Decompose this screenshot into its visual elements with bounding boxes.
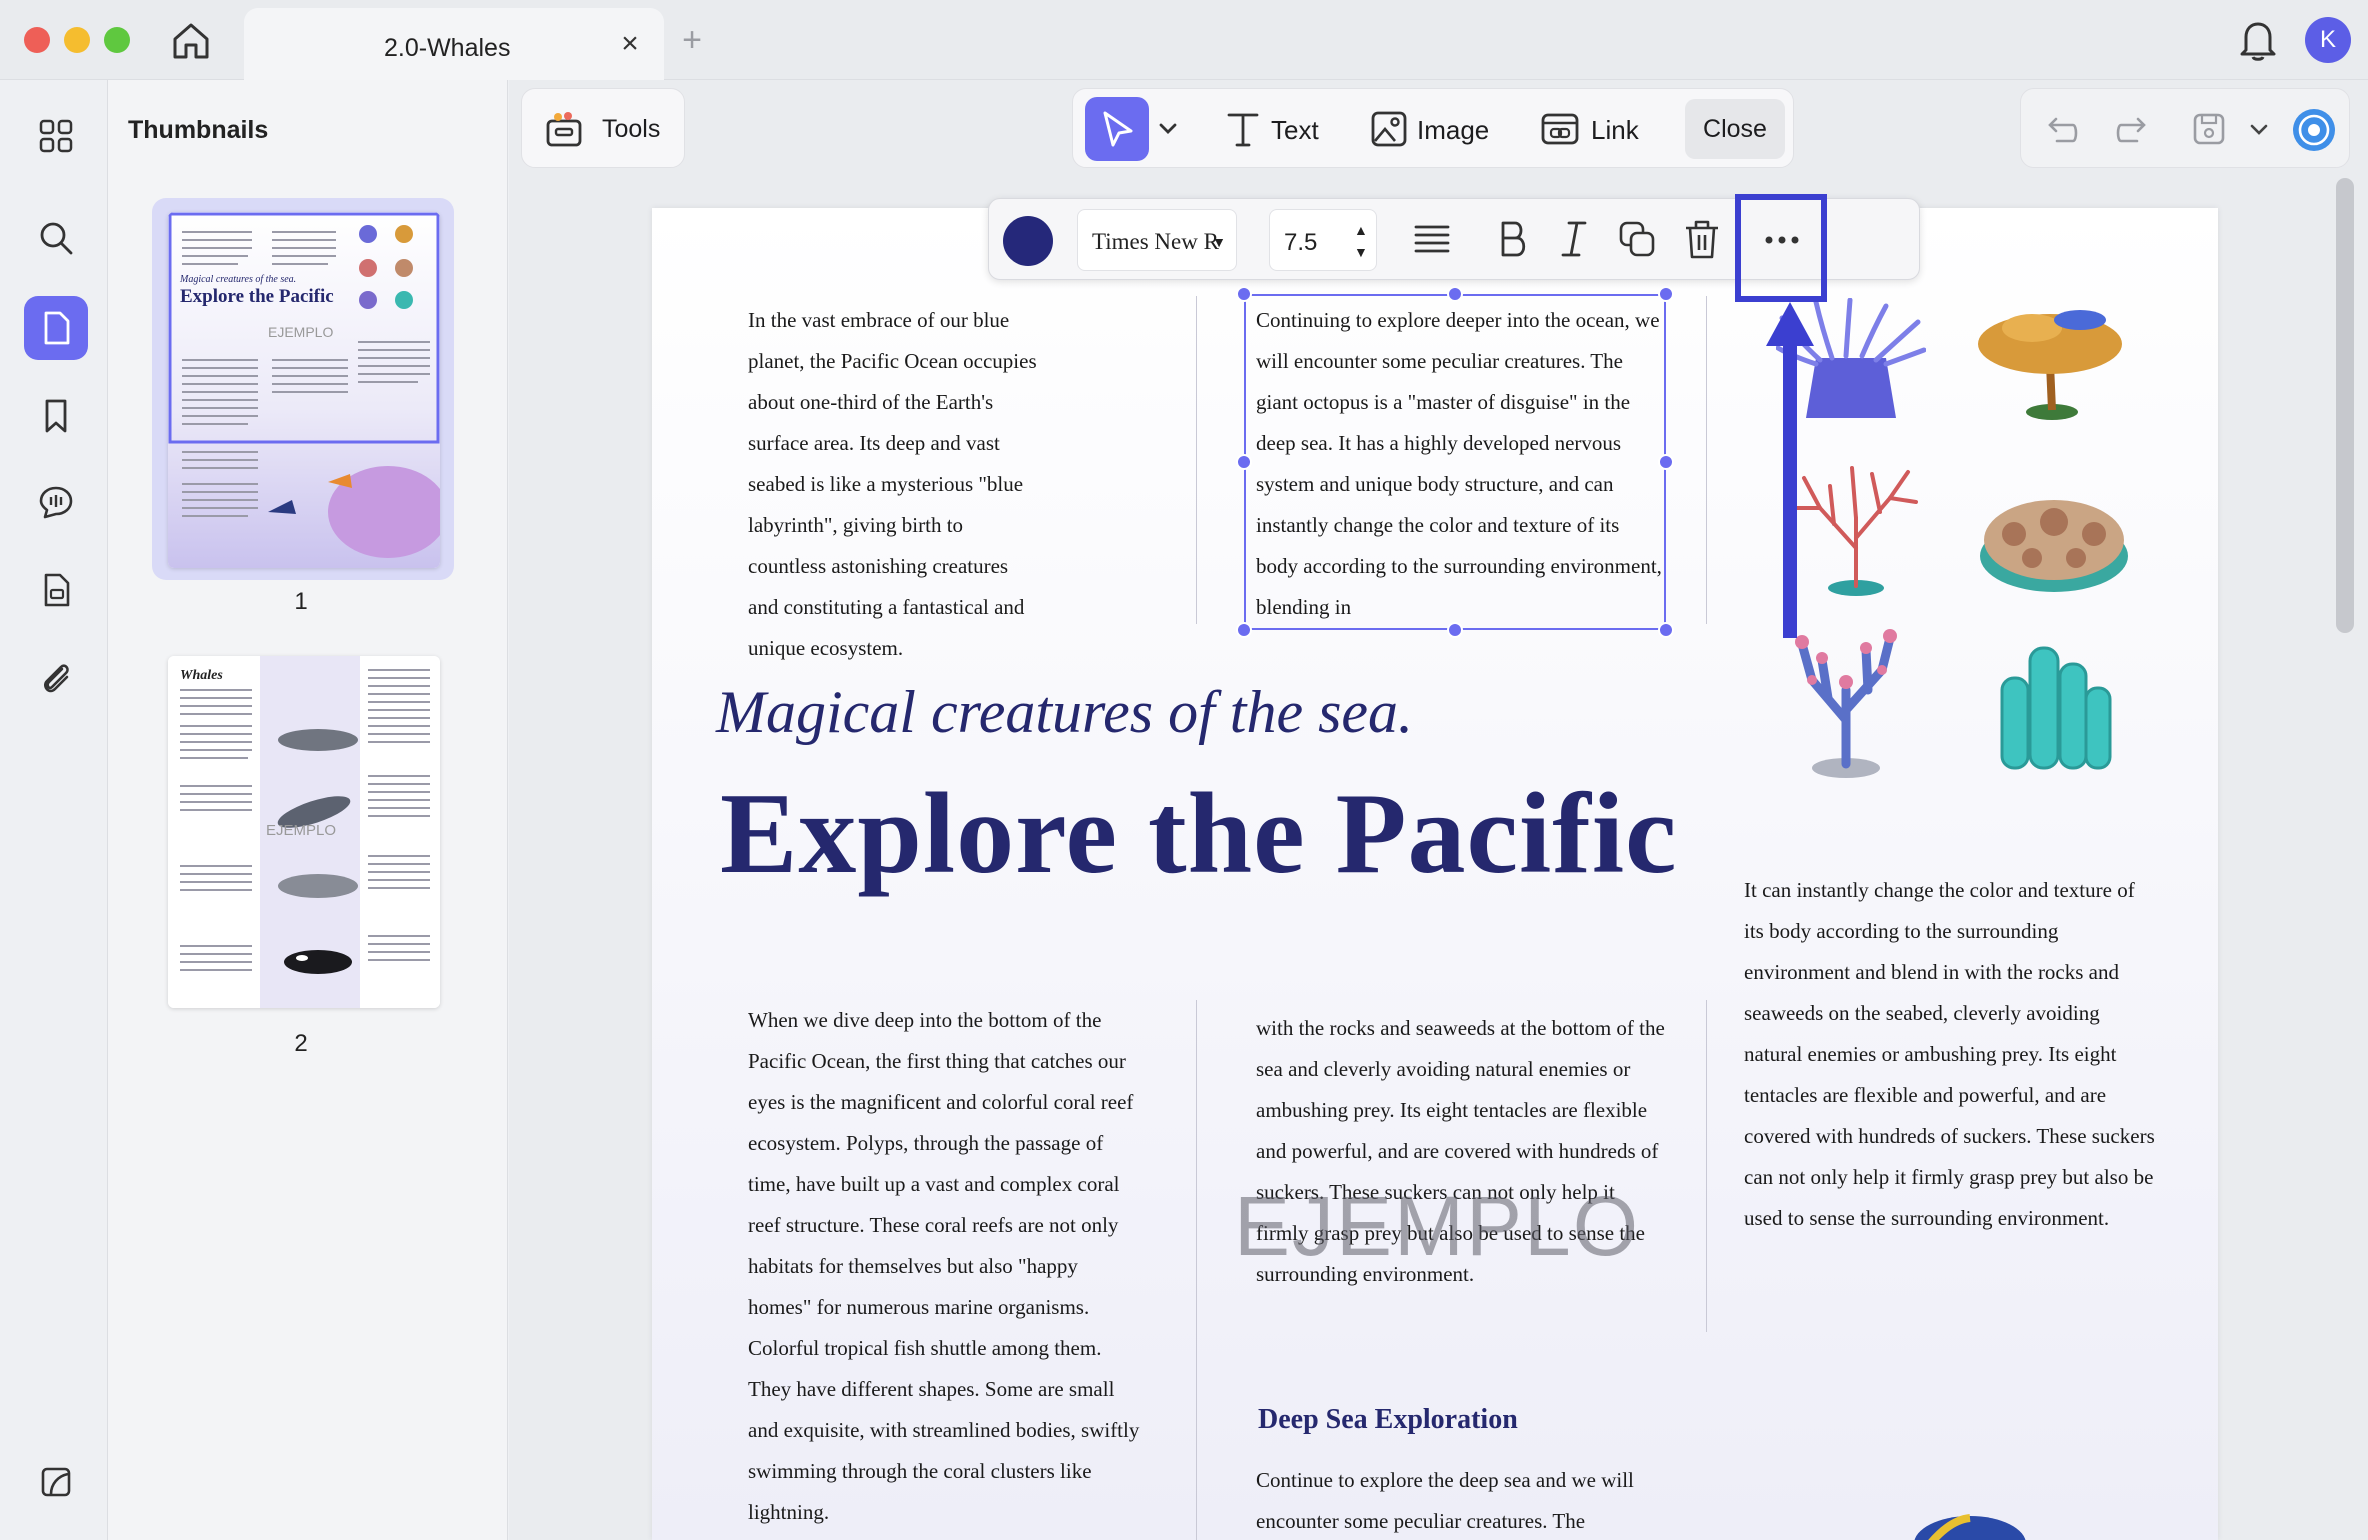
- pink-coral-image[interactable]: [1782, 620, 1912, 780]
- intro-paragraph[interactable]: In the vast embrace of our blue planet, …: [748, 300, 1038, 669]
- column-divider: [1706, 296, 1707, 624]
- attachment-icon[interactable]: [24, 646, 88, 710]
- text-tool-label: Text: [1271, 115, 1319, 145]
- resize-handle[interactable]: [1236, 286, 1252, 302]
- ai-assistant-icon[interactable]: [2291, 107, 2337, 153]
- bookmark-icon[interactable]: [24, 384, 88, 448]
- thumbnail-page-2[interactable]: Whales EJEMPLO: [168, 656, 440, 1008]
- increase-size-icon[interactable]: ▲: [1354, 222, 1368, 238]
- edit-toolbar: Text Image Link Close: [1072, 88, 1794, 168]
- image-tool-label: Image: [1417, 115, 1490, 145]
- column-divider: [1196, 296, 1197, 624]
- document-form-icon[interactable]: [24, 558, 88, 622]
- save-icon[interactable]: [2191, 111, 2227, 147]
- window-minimize-button[interactable]: [64, 27, 90, 53]
- thumbnail-page-1[interactable]: Magical creatures of the sea. Explore th…: [168, 212, 440, 568]
- resize-handle[interactable]: [1658, 622, 1674, 638]
- page-title[interactable]: Explore the Pacific: [720, 768, 1678, 901]
- link-tool-label: Link: [1591, 115, 1639, 145]
- title-bar: 2.0-Whales × + K: [0, 0, 2368, 80]
- tools-label: Tools: [602, 115, 661, 143]
- page-subtitle[interactable]: Magical creatures of the sea.: [716, 678, 1413, 747]
- pointer-arrow-icon: [1766, 302, 1814, 638]
- thumbnail-title: Explore the Pacific: [180, 286, 334, 307]
- chevron-down-icon[interactable]: [2247, 117, 2271, 141]
- resize-handle[interactable]: [1447, 622, 1463, 638]
- deep-sea-paragraph[interactable]: Continue to explore the deep sea and we …: [1256, 1460, 1666, 1540]
- bold-icon[interactable]: [1489, 217, 1535, 263]
- document-tab[interactable]: 2.0-Whales ×: [244, 8, 664, 80]
- text-color-picker[interactable]: [1003, 216, 1053, 266]
- comment-icon[interactable]: [24, 470, 88, 534]
- image-tool-button[interactable]: Image: [1369, 89, 1499, 169]
- resize-handle[interactable]: [1236, 454, 1252, 470]
- redo-icon[interactable]: [2115, 111, 2151, 147]
- thumbnail-page-number: 1: [294, 588, 308, 615]
- close-edit-button[interactable]: Close: [1685, 99, 1785, 159]
- decrease-size-icon[interactable]: ▼: [1354, 244, 1368, 260]
- chevron-down-icon: ▼: [1212, 234, 1226, 250]
- window-zoom-button[interactable]: [104, 27, 130, 53]
- tropical-fish-image[interactable]: [1910, 1504, 2030, 1540]
- search-icon[interactable]: [24, 206, 88, 270]
- font-family-select[interactable]: Times New Roman ▼: [1077, 209, 1237, 271]
- thumbnail-page-number: 2: [294, 1030, 308, 1057]
- text-tool-button[interactable]: Text: [1223, 89, 1333, 169]
- chevron-down-icon[interactable]: [1155, 115, 1181, 141]
- new-tab-button[interactable]: +: [672, 20, 712, 60]
- tube-coral-image[interactable]: [1982, 628, 2122, 778]
- resize-handle[interactable]: [1658, 454, 1674, 470]
- right-column-paragraph[interactable]: It can instantly change the color and te…: [1744, 870, 2156, 1239]
- thumbnail-watermark: EJEMPLO: [266, 822, 337, 839]
- thumbnail-subtitle: Magical creatures of the sea.: [180, 274, 297, 285]
- column-divider: [1706, 1000, 1707, 1332]
- section-heading[interactable]: Deep Sea Exploration: [1258, 1404, 1518, 1436]
- font-family-value: Times New Roman: [1092, 229, 1220, 254]
- golden-coral-image[interactable]: [1972, 294, 2132, 424]
- user-avatar[interactable]: K: [2305, 17, 2351, 63]
- text-selection-box[interactable]: [1244, 294, 1666, 630]
- select-tool-button[interactable]: [1085, 97, 1149, 161]
- grid-view-icon[interactable]: [24, 104, 88, 168]
- resize-handle[interactable]: [1447, 286, 1463, 302]
- pages-icon[interactable]: [24, 296, 88, 360]
- undo-icon[interactable]: [2043, 111, 2079, 147]
- bell-icon[interactable]: [2238, 18, 2278, 62]
- history-toolbar: [2020, 88, 2350, 168]
- tab-close-icon[interactable]: ×: [614, 28, 646, 60]
- thumbnail-watermark: EJEMPLO: [268, 324, 334, 340]
- font-size-value: 7.5: [1284, 229, 1318, 256]
- copy-icon[interactable]: [1615, 217, 1661, 263]
- panel-toggle-icon[interactable]: [24, 1450, 88, 1514]
- thumbnail-title: Whales: [180, 668, 223, 683]
- vertical-scrollbar[interactable]: [2336, 178, 2354, 633]
- brain-coral-image[interactable]: [1974, 478, 2134, 598]
- column-divider: [1196, 1000, 1197, 1540]
- tools-button[interactable]: Tools: [521, 88, 685, 168]
- align-icon[interactable]: [1409, 217, 1455, 263]
- tab-title: 2.0-Whales: [384, 34, 511, 62]
- italic-icon[interactable]: [1551, 217, 1597, 263]
- resize-handle[interactable]: [1658, 286, 1674, 302]
- font-size-stepper[interactable]: 7.5 ▲ ▼: [1269, 209, 1377, 271]
- window-close-button[interactable]: [24, 27, 50, 53]
- thumbnails-title: Thumbnails: [128, 116, 269, 144]
- delete-icon[interactable]: [1679, 217, 1725, 263]
- coral-reef-paragraph[interactable]: When we dive deep into the bottom of the…: [748, 1000, 1142, 1533]
- delete-highlight-box: [1735, 194, 1827, 302]
- thumbnails-panel: Thumbnails Magical creatures of the sea.…: [108, 80, 508, 1540]
- left-rail: [0, 80, 108, 1540]
- home-icon[interactable]: [170, 20, 212, 62]
- link-tool-button[interactable]: Link: [1539, 89, 1649, 169]
- watermark-text: EJEMPLO: [1234, 1179, 1641, 1273]
- toolbox-icon: [544, 109, 584, 149]
- resize-handle[interactable]: [1236, 622, 1252, 638]
